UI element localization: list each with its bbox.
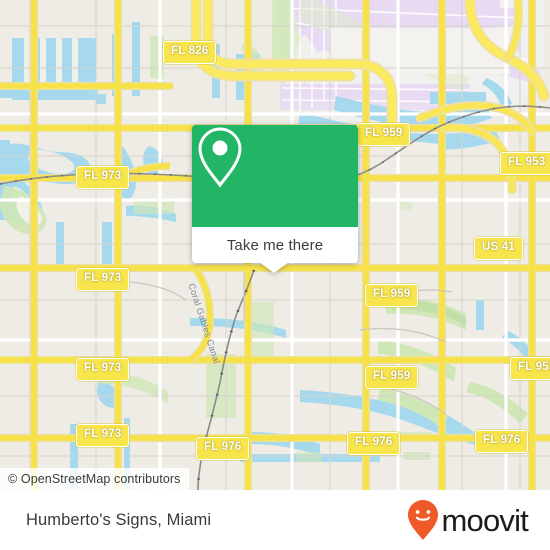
take-me-there-popup[interactable]: Take me there bbox=[192, 125, 358, 273]
shield-fl-953b: FL 953 bbox=[510, 357, 550, 380]
shield-fl-959a: FL 959 bbox=[357, 123, 411, 146]
take-me-there-label: Take me there bbox=[226, 236, 324, 254]
map-pin-icon bbox=[198, 127, 242, 188]
shield-fl-973c: FL 973 bbox=[76, 358, 130, 381]
map-canvas[interactable]: FL 826 FL 973 FL 959 FL 953 US 41 FL 973 FL 95… bbox=[0, 0, 550, 490]
popup-image-area bbox=[192, 125, 358, 227]
moovit-pin-icon bbox=[408, 500, 439, 540]
shield-fl-959b: FL 959 bbox=[365, 284, 419, 307]
moovit-wordmark: moovit bbox=[441, 502, 528, 538]
moovit-map-screen: FL 826 FL 973 FL 959 FL 953 US 41 FL 973 FL 95… bbox=[0, 0, 550, 550]
shield-fl-959c: FL 959 bbox=[365, 366, 419, 389]
map-attribution[interactable]: © OpenStreetMap contributors bbox=[0, 468, 189, 490]
shield-fl-976b: FL 976 bbox=[347, 432, 401, 455]
shield-fl-973a: FL 973 bbox=[76, 166, 130, 189]
shield-us-41: US 41 bbox=[474, 237, 523, 260]
shield-fl-826: FL 826 bbox=[163, 41, 217, 64]
moovit-logo[interactable]: moovit bbox=[406, 499, 529, 541]
shield-fl-976c: FL 976 bbox=[475, 430, 529, 453]
popup-pointer bbox=[259, 262, 289, 273]
shield-fl-953a: FL 953 bbox=[500, 152, 550, 175]
take-me-there-button[interactable]: Take me there bbox=[192, 227, 358, 263]
shield-fl-973d: FL 973 bbox=[76, 424, 130, 447]
shield-fl-976a: FL 976 bbox=[196, 437, 250, 460]
place-title: Humberto's Signs, Miami bbox=[26, 510, 212, 529]
shield-fl-973b: FL 973 bbox=[76, 268, 130, 291]
footer-bar: Humberto's Signs, Miami moovit bbox=[0, 490, 550, 550]
